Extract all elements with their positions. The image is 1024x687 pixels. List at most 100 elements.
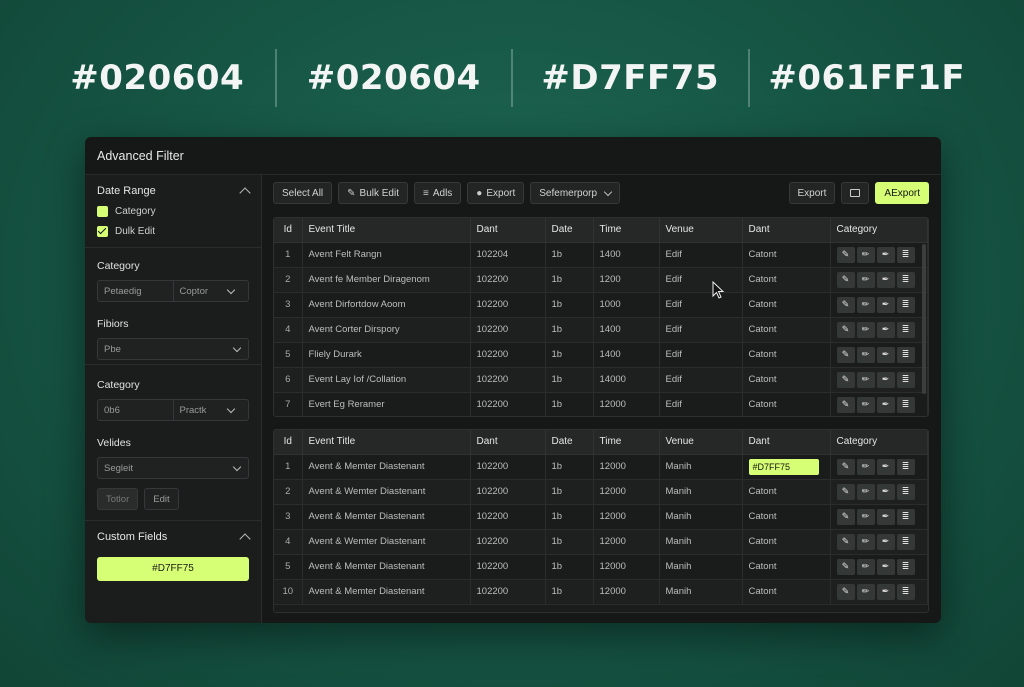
edit-icon[interactable]: ✒ (876, 396, 895, 413)
table-row[interactable]: 1 Avent Felt Rangn 102204 1b 1400 Edif Catont ✎… (274, 242, 928, 268)
table-row[interactable]: 2 Avent & Wemter Diastenant 102200 1b 12000 M… (274, 479, 928, 505)
pen-icon[interactable]: ✏ (856, 396, 875, 413)
pencil-icon[interactable]: ✎ (836, 371, 855, 388)
edit-icon[interactable]: ✒ (876, 321, 895, 338)
column-header[interactable]: Event Title (302, 430, 471, 455)
table-row[interactable]: 10 Avent & Memter Diastenant 102200 1b 12000… (274, 579, 928, 605)
window-toggle-button[interactable] (841, 182, 870, 204)
adds-button[interactable]: ≡ Adls (414, 182, 462, 204)
bulk-edit-button[interactable]: ✎ Bulk Edit (338, 182, 408, 204)
edit-icon[interactable]: ✒ (876, 246, 895, 263)
pencil-icon[interactable]: ✎ (836, 246, 855, 263)
date-range-header[interactable]: Date Range (97, 185, 251, 199)
pen-icon[interactable]: ✏ (856, 508, 875, 525)
edit-icon[interactable]: ✒ (876, 371, 895, 388)
table-row[interactable]: 5 Avent & Memter Diastenant 102200 1b 12000 M… (274, 554, 928, 580)
totlor-button[interactable]: Totlor (97, 488, 139, 510)
edit-icon[interactable]: ✒ (876, 458, 895, 475)
pencil-icon[interactable]: ✎ (836, 346, 855, 363)
column-header[interactable]: Dant (742, 430, 831, 455)
edit-button[interactable]: Edit (144, 488, 179, 510)
pen-icon[interactable]: ✏ (856, 558, 875, 575)
column-header[interactable]: Venue (659, 430, 743, 455)
edit-icon[interactable]: ✒ (876, 558, 895, 575)
list-icon[interactable]: ≣ (896, 271, 915, 288)
table-row[interactable]: 4 Avent & Wemter Diastenant 102200 1b 12000 M… (274, 529, 928, 555)
chevron-up-icon[interactable] (239, 187, 251, 199)
column-header[interactable]: Event Title (302, 218, 471, 243)
column-header[interactable]: Date (545, 218, 594, 243)
color-value-chip[interactable]: #D7FF75 (748, 458, 819, 475)
pencil-icon[interactable]: ✎ (836, 271, 855, 288)
category-select[interactable]: Petaedig Coptor (97, 280, 249, 302)
custom-fields-header[interactable]: Custom Fields (97, 531, 251, 545)
pen-icon[interactable]: ✏ (856, 346, 875, 363)
pen-icon[interactable]: ✏ (856, 583, 875, 600)
category2-value-a[interactable]: 0b6 (98, 400, 173, 420)
list-icon[interactable]: ≣ (896, 558, 915, 575)
category-value-a[interactable]: Petaedig (98, 281, 173, 301)
pen-icon[interactable]: ✏ (856, 296, 875, 313)
column-header[interactable]: Category (830, 430, 928, 455)
export-button[interactable]: ● Export (467, 182, 525, 204)
select-all-button[interactable]: Select All (273, 182, 333, 204)
view-dropdown[interactable]: Sefemerporp (530, 182, 621, 204)
column-header[interactable]: Id (274, 430, 303, 455)
export-right-button[interactable]: Export (788, 182, 836, 204)
checkbox[interactable] (97, 206, 108, 217)
venues-select[interactable]: Segleit (97, 457, 249, 479)
pencil-icon[interactable]: ✎ (836, 321, 855, 338)
category2-select[interactable]: 0b6 Practk (97, 399, 249, 421)
pencil-icon[interactable]: ✎ (836, 583, 855, 600)
table-row[interactable]: 4 Avent Corter Dirspory 102200 1b 1400 Edif Ca… (274, 317, 928, 343)
pencil-icon[interactable]: ✎ (836, 396, 855, 413)
custom-field-value[interactable]: #D7FF75 (97, 557, 249, 581)
edit-icon[interactable]: ✒ (876, 346, 895, 363)
list-icon[interactable]: ≣ (896, 246, 915, 263)
table-row[interactable]: 3 Avent & Memter Diastenant 102200 1b 12000 M… (274, 504, 928, 530)
filters-select[interactable]: Pbe (97, 338, 249, 360)
pencil-icon[interactable]: ✎ (836, 533, 855, 550)
chevron-up-icon[interactable] (239, 533, 251, 545)
list-icon[interactable]: ≣ (896, 483, 915, 500)
list-icon[interactable]: ≣ (896, 396, 915, 413)
pen-icon[interactable]: ✏ (856, 458, 875, 475)
pen-icon[interactable]: ✏ (856, 246, 875, 263)
column-header[interactable]: Category (830, 218, 928, 243)
checkbox-bulk-edit[interactable]: Dulk Edit (97, 226, 249, 237)
column-header[interactable]: Dant (470, 430, 546, 455)
pen-icon[interactable]: ✏ (856, 371, 875, 388)
column-header[interactable]: Id (274, 218, 303, 243)
edit-icon[interactable]: ✒ (876, 271, 895, 288)
list-icon[interactable]: ≣ (896, 321, 915, 338)
list-icon[interactable]: ≣ (896, 533, 915, 550)
column-header[interactable]: Venue (659, 218, 743, 243)
table-row[interactable]: 3 Avent Dirfortdow Aoom 102200 1b 1000 Edif Ca… (274, 292, 928, 318)
edit-icon[interactable]: ✒ (876, 533, 895, 550)
list-icon[interactable]: ≣ (896, 296, 915, 313)
list-icon[interactable]: ≣ (896, 346, 915, 363)
pencil-icon[interactable]: ✎ (836, 483, 855, 500)
category2-value-b-wrap[interactable]: Practk (172, 400, 249, 420)
list-icon[interactable]: ≣ (896, 371, 915, 388)
table-row[interactable]: 5 Fliely Durark 102200 1b 1400 Edif Catont ✎ ✏ ✒ ≣ (274, 342, 928, 368)
table-row[interactable]: 1 Avent & Memter Diastenant 102200 1b 12000 M… (274, 454, 928, 480)
category-value-b-wrap[interactable]: Coptor (172, 281, 249, 301)
pencil-icon[interactable]: ✎ (836, 296, 855, 313)
checkbox-category[interactable]: Category (97, 206, 249, 217)
table-row[interactable]: 7 Evert Eg Reramer 102200 1b 12000 Edif Catont… (274, 392, 928, 416)
list-icon[interactable]: ≣ (896, 458, 915, 475)
pencil-icon[interactable]: ✎ (836, 458, 855, 475)
table-row[interactable]: 6 Event Lay Iof /Collation 102200 1b 14000 Ed… (274, 367, 928, 393)
edit-icon[interactable]: ✒ (876, 296, 895, 313)
pencil-icon[interactable]: ✎ (836, 508, 855, 525)
pen-icon[interactable]: ✏ (856, 533, 875, 550)
scrollbar[interactable] (922, 244, 926, 394)
pencil-icon[interactable]: ✎ (836, 558, 855, 575)
edit-icon[interactable]: ✒ (876, 483, 895, 500)
primary-export-button[interactable]: AExport (875, 182, 929, 204)
table-row[interactable]: 2 Avent fe Member Diragenom 102200 1b 1200 Ed… (274, 267, 928, 293)
list-icon[interactable]: ≣ (896, 508, 915, 525)
column-header[interactable]: Time (593, 218, 660, 243)
column-header[interactable]: Date (545, 430, 594, 455)
